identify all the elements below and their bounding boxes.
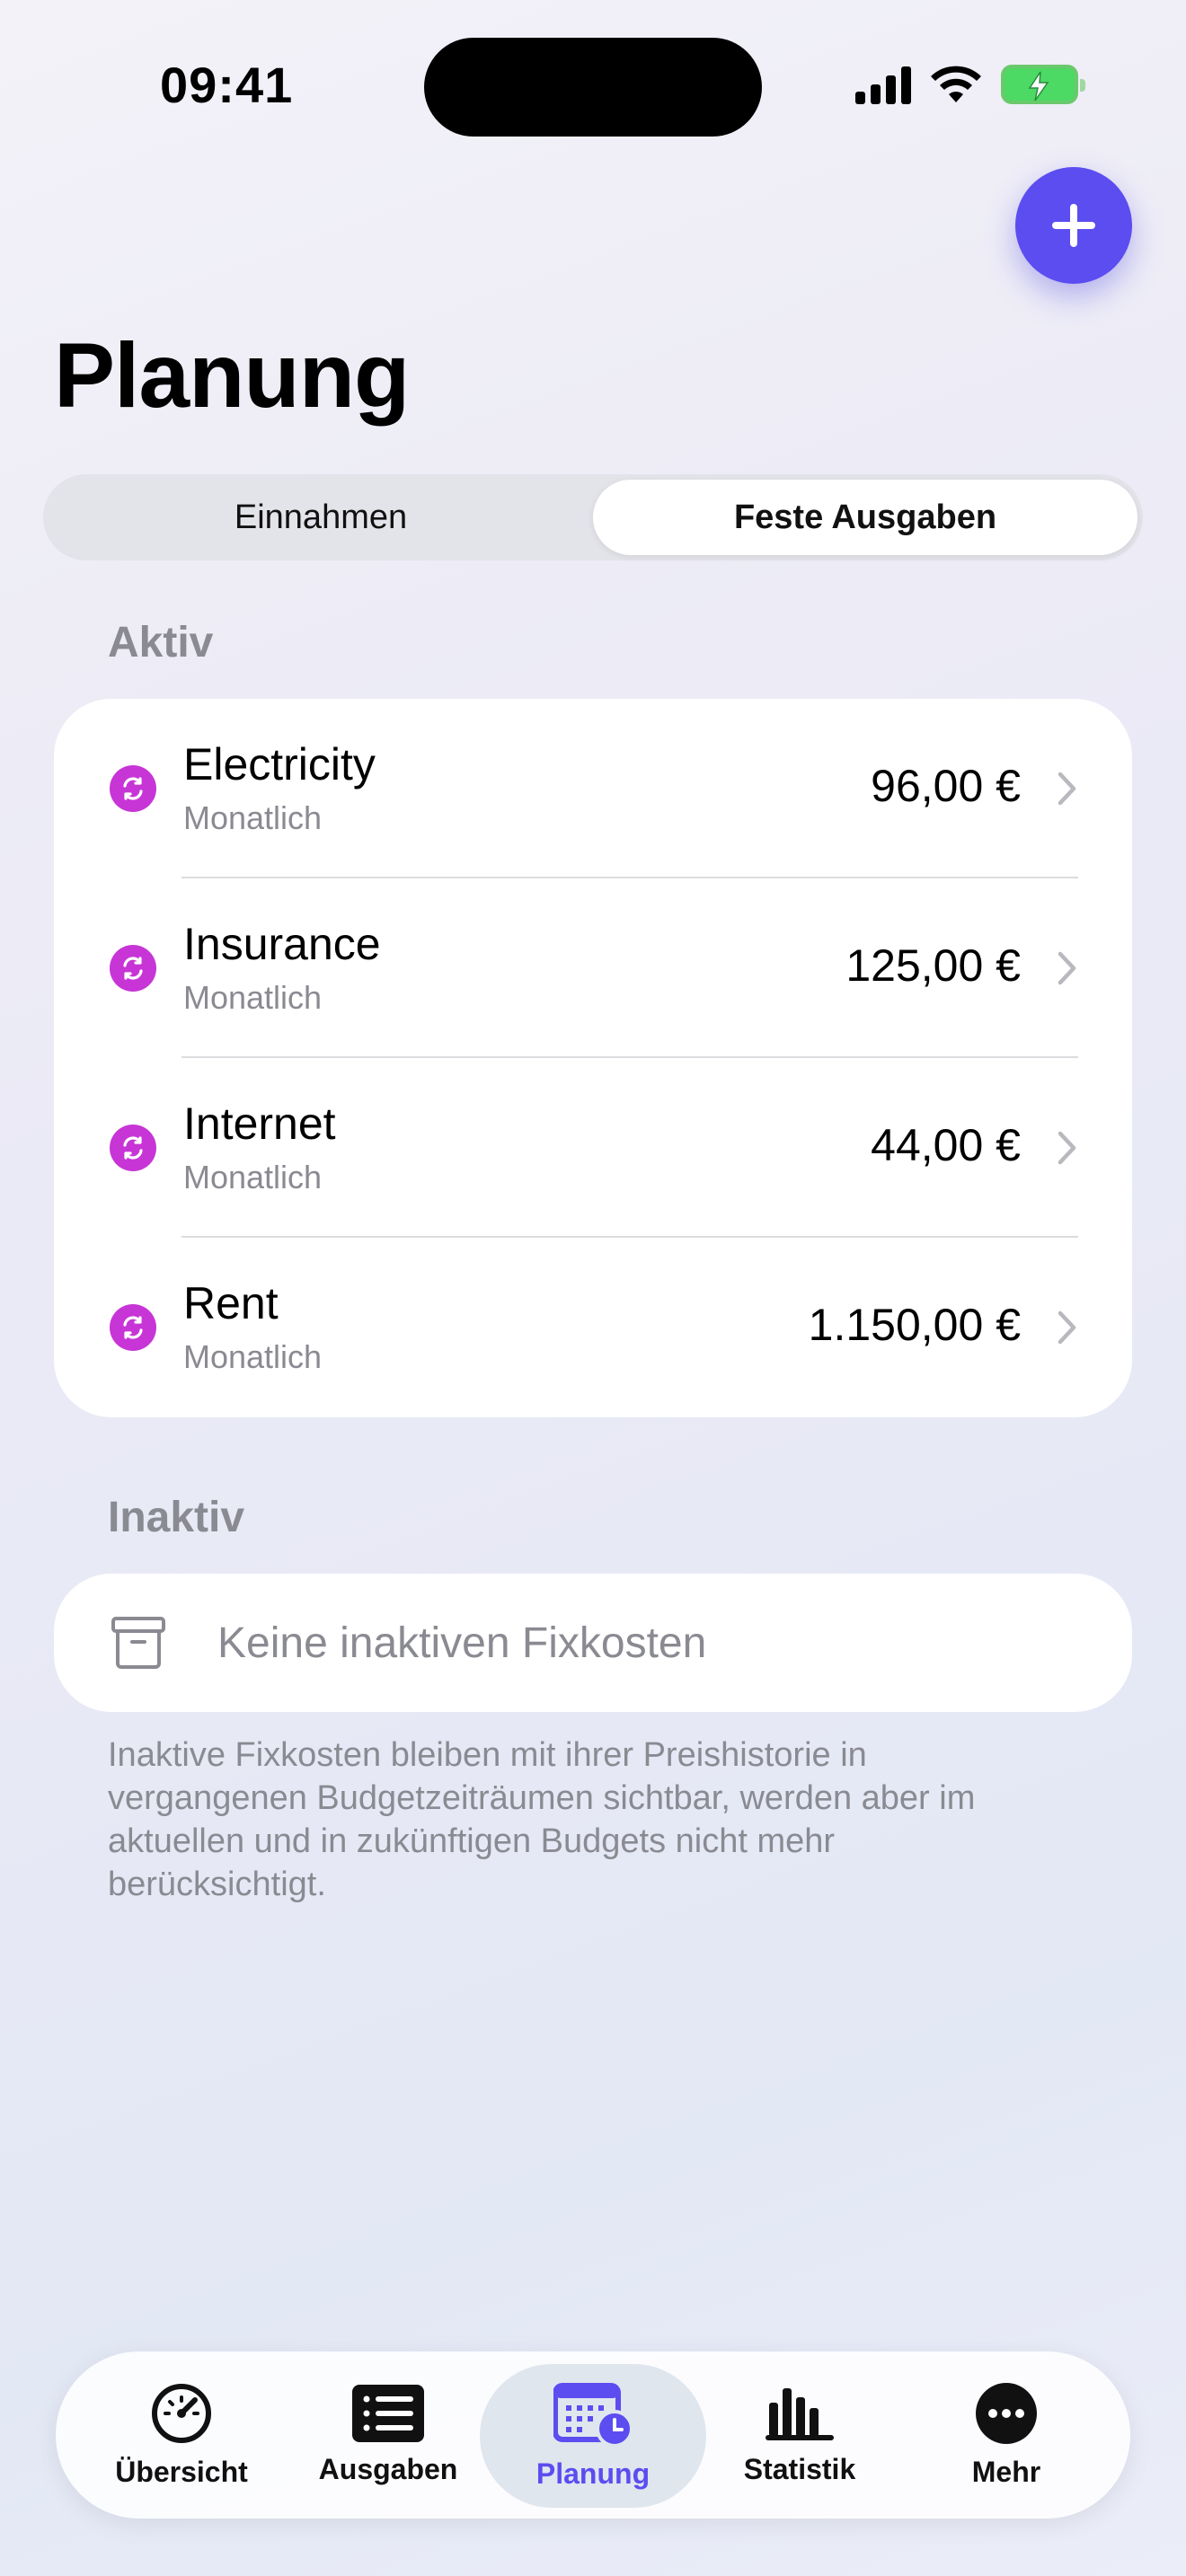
active-fixed-costs-list: Electricity Monatlich 96,00 € Insurance … — [54, 699, 1132, 1417]
item-frequency: Monatlich — [183, 799, 323, 836]
tab-more[interactable]: Mehr — [898, 2351, 1114, 2519]
calendar-clock-icon — [553, 2382, 633, 2447]
list-item[interactable]: Internet Monatlich 44,00 € — [54, 1058, 1132, 1238]
list-item[interactable]: Rent Monatlich 1.150,00 € — [54, 1238, 1132, 1417]
item-name: Insurance — [183, 919, 381, 969]
list-item[interactable]: Electricity Monatlich 96,00 € — [54, 699, 1132, 878]
item-name: Rent — [183, 1278, 279, 1328]
tab-planning[interactable]: Planung — [480, 2364, 706, 2508]
archive-box-icon — [111, 1617, 165, 1669]
chevron-right-icon — [1058, 772, 1076, 806]
dynamic-island — [424, 38, 762, 137]
status-time: 09:41 — [160, 57, 294, 113]
item-frequency: Monatlich — [183, 1338, 323, 1375]
chevron-right-icon — [1058, 1131, 1076, 1165]
bar-chart-icon — [766, 2387, 834, 2440]
list-icon — [352, 2384, 424, 2442]
plus-icon — [1052, 204, 1095, 247]
more-icon — [976, 2382, 1037, 2444]
add-button[interactable] — [1015, 167, 1132, 284]
chevron-right-icon — [1058, 951, 1076, 985]
segment-income[interactable]: Einnahmen — [49, 480, 593, 555]
item-frequency: Monatlich — [183, 1159, 323, 1195]
item-name: Internet — [183, 1098, 336, 1149]
tab-label: Übersicht — [115, 2455, 248, 2488]
tab-statistics[interactable]: Statistik — [692, 2351, 907, 2519]
tab-label: Mehr — [971, 2455, 1041, 2488]
recurring-icon — [110, 945, 156, 992]
tab-bar: Übersicht Ausgaben Planung Statistik Meh… — [56, 2351, 1130, 2519]
item-amount: 44,00 € — [871, 1120, 1021, 1170]
item-frequency: Monatlich — [183, 979, 323, 1016]
item-name: Electricity — [183, 739, 376, 790]
inactive-empty-state: Keine inaktiven Fixkosten — [54, 1574, 1132, 1712]
recurring-icon — [110, 1125, 156, 1171]
item-amount: 125,00 € — [845, 940, 1021, 991]
tab-label: Ausgaben — [318, 2452, 458, 2485]
tab-label: Planung — [535, 2457, 651, 2490]
tab-overview[interactable]: Übersicht — [74, 2351, 289, 2519]
segmented-control: Einnahmen Feste Ausgaben — [43, 474, 1143, 560]
item-amount: 1.150,00 € — [808, 1300, 1021, 1350]
page-title: Planung — [54, 324, 410, 427]
wifi-icon — [931, 66, 981, 102]
battery-charging-icon — [1001, 65, 1085, 104]
speedometer-icon — [152, 2383, 211, 2443]
tab-label: Statistik — [743, 2452, 856, 2485]
list-item[interactable]: Insurance Monatlich 125,00 € — [54, 878, 1132, 1058]
chevron-right-icon — [1058, 1310, 1076, 1345]
recurring-icon — [110, 765, 156, 812]
cellular-signal-icon — [855, 65, 911, 104]
segment-fixed-expenses[interactable]: Feste Ausgaben — [593, 480, 1137, 555]
empty-state-text: Keine inaktiven Fixkosten — [217, 1619, 707, 1667]
inactive-footnote: Inaktive Fixkosten bleiben mit ihrer Pre… — [108, 1736, 976, 1903]
item-amount: 96,00 € — [871, 761, 1021, 811]
section-label-active: Aktiv — [108, 619, 214, 666]
status-icons — [855, 65, 1085, 104]
tab-expenses[interactable]: Ausgaben — [280, 2351, 496, 2519]
section-label-inactive: Inaktiv — [108, 1494, 245, 1541]
recurring-icon — [110, 1304, 156, 1351]
